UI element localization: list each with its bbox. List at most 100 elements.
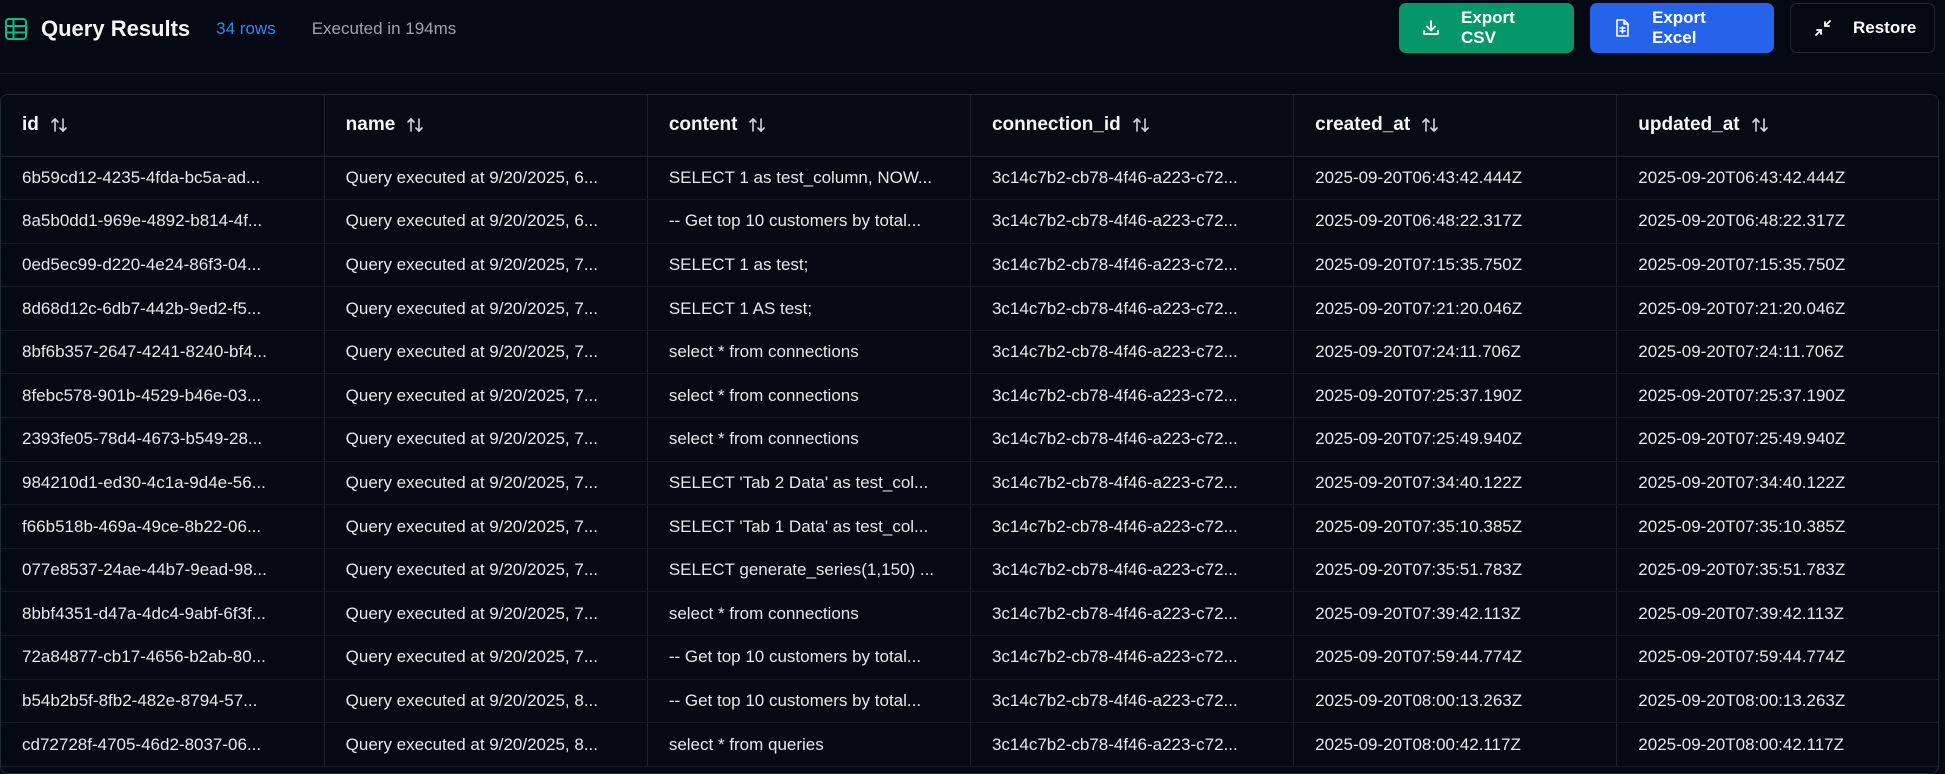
column-header-inner: id — [22, 114, 323, 136]
cell-updated-at: 2025-09-20T08:00:42.117Z — [1616, 722, 1938, 767]
cell-id: 8bf6b357-2647-4241-8240-bf4... — [1, 330, 325, 375]
cell-created-at: 2025-09-20T07:25:49.940Z — [1293, 417, 1618, 462]
cell-created-at: 2025-09-20T07:59:44.774Z — [1293, 635, 1618, 680]
cell-content: -- Get top 10 customers by total... — [647, 679, 971, 724]
table-row[interactable]: 8bbf4351-d47a-4dc4-9abf-6f3f... Query exe… — [1, 591, 1938, 637]
cell-created-at: 2025-09-20T07:25:37.190Z — [1293, 373, 1618, 419]
cell-created-at: 2025-09-20T07:34:40.122Z — [1293, 461, 1618, 506]
cell-created-at: 2025-09-20T07:35:10.385Z — [1293, 504, 1618, 549]
sort-arrows-icon[interactable] — [1131, 116, 1151, 134]
cell-created-at: 2025-09-20T07:15:35.750Z — [1293, 243, 1618, 288]
column-header-updated-at[interactable]: updated_at — [1616, 95, 1938, 157]
cell-id: 2393fe05-78d4-4673-b549-28... — [1, 417, 325, 462]
column-header-created-at[interactable]: created_at — [1293, 95, 1618, 157]
cell-name: Query executed at 9/20/2025, 7... — [324, 330, 648, 375]
cell-name: Query executed at 9/20/2025, 7... — [324, 591, 648, 637]
table-grid-icon — [4, 17, 28, 41]
export-csv-label: Export CSV — [1461, 8, 1515, 47]
table-row[interactable]: b54b2b5f-8fb2-482e-8794-57... Query execu… — [1, 679, 1938, 724]
cell-content: -- Get top 10 customers by total... — [647, 199, 971, 244]
sort-arrows-icon[interactable] — [1750, 116, 1770, 134]
export-excel-button[interactable]: Export Excel — [1590, 3, 1774, 53]
cell-name: Query executed at 9/20/2025, 7... — [324, 461, 648, 506]
column-header-id[interactable]: id — [1, 95, 325, 157]
cell-name: Query executed at 9/20/2025, 8... — [324, 722, 648, 767]
table-row[interactable]: 8a5b0dd1-969e-4892-b814-4f... Query execu… — [1, 199, 1938, 244]
cell-updated-at: 2025-09-20T07:25:49.940Z — [1616, 417, 1938, 462]
cell-created-at: 2025-09-20T06:43:42.444Z — [1293, 156, 1618, 201]
column-header-connection-id[interactable]: connection_id — [970, 95, 1295, 157]
cell-created-at: 2025-09-20T08:00:42.117Z — [1293, 722, 1618, 767]
table-row[interactable]: 0ed5ec99-d220-4e24-86f3-04... Query execu… — [1, 243, 1938, 288]
column-header-name[interactable]: name — [324, 95, 648, 157]
cell-connection-id: 3c14c7b2-cb78-4f46-a223-c72... — [970, 722, 1295, 767]
cell-created-at: 2025-09-20T07:21:20.046Z — [1293, 286, 1618, 331]
table-row[interactable]: f66b518b-469a-49ce-8b22-06... Query execu… — [1, 504, 1938, 549]
cell-content: select * from queries — [647, 722, 971, 767]
cell-created-at: 2025-09-20T07:39:42.113Z — [1293, 591, 1618, 637]
cell-connection-id: 3c14c7b2-cb78-4f46-a223-c72... — [970, 548, 1295, 593]
cell-id: 984210d1-ed30-4c1a-9d4e-56... — [1, 461, 325, 506]
action-buttons: Export CSV Export Excel Restore — [1399, 3, 1935, 53]
cell-name: Query executed at 9/20/2025, 8... — [324, 679, 648, 724]
title-group: Query Results 34 rows Executed in 194ms — [4, 16, 456, 42]
execution-time: Executed in 194ms — [311, 19, 457, 38]
table-row[interactable]: 8bf6b357-2647-4241-8240-bf4... Query exec… — [1, 330, 1938, 375]
table-row[interactable]: cd72728f-4705-46d2-8037-06... Query execu… — [1, 722, 1938, 767]
table-body: 6b59cd12-4235-4fda-bc5a-ad... Query execu… — [1, 156, 1938, 767]
column-header-label: id — [22, 114, 39, 136]
cell-connection-id: 3c14c7b2-cb78-4f46-a223-c72... — [970, 156, 1295, 201]
cell-connection-id: 3c14c7b2-cb78-4f46-a223-c72... — [970, 679, 1295, 724]
export-excel-label: Export Excel — [1652, 8, 1706, 47]
cell-connection-id: 3c14c7b2-cb78-4f46-a223-c72... — [970, 373, 1295, 419]
column-header-inner: updated_at — [1638, 114, 1938, 136]
column-header-inner: created_at — [1315, 114, 1616, 136]
column-header-label: content — [668, 114, 738, 136]
table-row[interactable]: 72a84877-cb17-4656-b2ab-80... Query execu… — [1, 635, 1938, 680]
table-row[interactable]: 8febc578-901b-4529-b46e-03... Query execu… — [1, 373, 1938, 419]
cell-updated-at: 2025-09-20T07:25:37.190Z — [1616, 373, 1938, 419]
table-row[interactable]: 984210d1-ed30-4c1a-9d4e-56... Query execu… — [1, 461, 1938, 506]
cell-updated-at: 2025-09-20T07:35:51.783Z — [1616, 548, 1938, 593]
sort-arrows-icon[interactable] — [1420, 116, 1440, 134]
cell-updated-at: 2025-09-20T07:24:11.706Z — [1616, 330, 1938, 375]
sort-arrows-icon[interactable] — [405, 116, 425, 134]
restore-label: Restore — [1853, 18, 1917, 37]
page-title: Query Results — [41, 16, 191, 41]
cell-connection-id: 3c14c7b2-cb78-4f46-a223-c72... — [970, 286, 1295, 331]
cell-id: b54b2b5f-8fb2-482e-8794-57... — [1, 679, 325, 724]
restore-button[interactable]: Restore — [1790, 3, 1935, 53]
spreadsheet-file-icon — [1612, 18, 1632, 38]
cell-id: 8a5b0dd1-969e-4892-b814-4f... — [1, 199, 325, 244]
cell-created-at: 2025-09-20T08:00:13.263Z — [1293, 679, 1618, 724]
table-row[interactable]: 2393fe05-78d4-4673-b549-28... Query execu… — [1, 417, 1938, 462]
sort-arrows-icon[interactable] — [747, 116, 767, 134]
table-row[interactable]: 6b59cd12-4235-4fda-bc5a-ad... Query execu… — [1, 156, 1938, 201]
cell-created-at: 2025-09-20T06:48:22.317Z — [1293, 199, 1618, 244]
table-row[interactable]: 8d68d12c-6db7-442b-9ed2-f5... Query execu… — [1, 286, 1938, 331]
cell-connection-id: 3c14c7b2-cb78-4f46-a223-c72... — [970, 504, 1295, 549]
cell-content: SELECT 'Tab 2 Data' as test_col... — [647, 461, 971, 506]
cell-content: select * from connections — [647, 417, 971, 462]
sort-arrows-icon[interactable] — [49, 116, 69, 134]
cell-name: Query executed at 9/20/2025, 7... — [324, 504, 648, 549]
cell-updated-at: 2025-09-20T07:21:20.046Z — [1616, 286, 1938, 331]
minimize-arrows-icon — [1813, 18, 1833, 38]
cell-content: -- Get top 10 customers by total... — [647, 635, 971, 680]
cell-content: select * from connections — [647, 591, 971, 637]
cell-content: select * from connections — [647, 373, 971, 419]
cell-updated-at: 2025-09-20T07:59:44.774Z — [1616, 635, 1938, 680]
table-row[interactable]: 077e8537-24ae-44b7-9ead-98... Query execu… — [1, 548, 1938, 593]
cell-name: Query executed at 9/20/2025, 6... — [324, 199, 648, 244]
cell-content: SELECT 1 as test; — [647, 243, 971, 288]
cell-id: 8d68d12c-6db7-442b-9ed2-f5... — [1, 286, 325, 331]
cell-updated-at: 2025-09-20T08:00:13.263Z — [1616, 679, 1938, 724]
cell-name: Query executed at 9/20/2025, 7... — [324, 548, 648, 593]
cell-connection-id: 3c14c7b2-cb78-4f46-a223-c72... — [970, 417, 1295, 462]
column-header-label: connection_id — [991, 114, 1121, 136]
cell-id: cd72728f-4705-46d2-8037-06... — [1, 722, 325, 767]
cell-id: 0ed5ec99-d220-4e24-86f3-04... — [1, 243, 325, 288]
cell-content: SELECT 1 as test_column, NOW... — [647, 156, 971, 201]
export-csv-button[interactable]: Export CSV — [1399, 3, 1574, 53]
column-header-content[interactable]: content — [647, 95, 971, 157]
